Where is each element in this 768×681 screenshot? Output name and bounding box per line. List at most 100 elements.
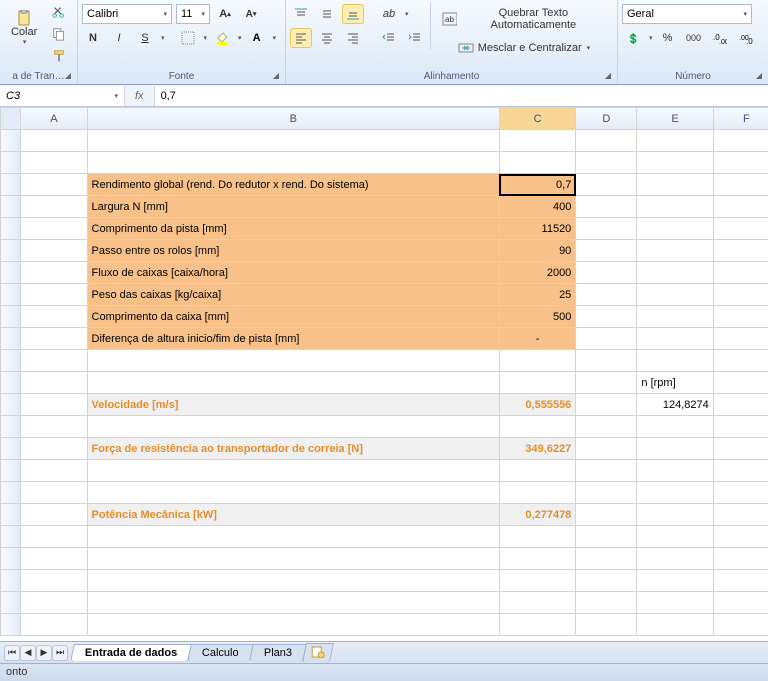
font-name-combo[interactable]: Calibri▾ xyxy=(82,4,172,24)
sheet-tab-plan3[interactable]: Plan3 xyxy=(249,644,307,661)
cell[interactable] xyxy=(576,592,637,614)
row-header[interactable] xyxy=(1,548,21,570)
cell[interactable] xyxy=(87,460,499,482)
row-header[interactable] xyxy=(1,482,21,504)
cell[interactable] xyxy=(576,438,637,460)
cell[interactable]: Comprimento da pista [mm] xyxy=(87,218,499,240)
cell[interactable] xyxy=(21,548,87,570)
cell[interactable] xyxy=(713,592,768,614)
cell[interactable] xyxy=(21,526,87,548)
cell[interactable] xyxy=(637,350,713,372)
cell[interactable] xyxy=(21,306,87,328)
row-header[interactable] xyxy=(1,262,21,284)
cell[interactable] xyxy=(499,592,575,614)
cell[interactable] xyxy=(576,284,637,306)
cell[interactable] xyxy=(21,570,87,592)
cell[interactable] xyxy=(21,460,87,482)
row-header[interactable] xyxy=(1,394,21,416)
cell[interactable] xyxy=(21,130,87,152)
cell[interactable]: Força de resistência ao transportador de… xyxy=(87,438,499,460)
name-box[interactable]: ▾ xyxy=(0,86,125,106)
spreadsheet-grid[interactable]: A B C D E F Rendimento global (rend. Do … xyxy=(0,107,768,641)
merge-center-button[interactable]: Mesclar e Centralizar ▾ xyxy=(435,38,613,58)
cell[interactable] xyxy=(637,262,713,284)
cell[interactable] xyxy=(713,438,768,460)
font-size-combo[interactable]: 11▾ xyxy=(176,4,210,24)
cell[interactable] xyxy=(499,152,575,174)
cell[interactable] xyxy=(87,548,499,570)
cell[interactable]: 0,277478 xyxy=(499,504,575,526)
cell[interactable] xyxy=(499,526,575,548)
sheet-tab-calculo[interactable]: Calculo xyxy=(187,644,253,661)
row-header[interactable] xyxy=(1,130,21,152)
row-header[interactable] xyxy=(1,526,21,548)
font-color-button[interactable]: A xyxy=(246,28,268,48)
cell[interactable] xyxy=(21,218,87,240)
row-header[interactable] xyxy=(1,240,21,262)
row-header[interactable] xyxy=(1,284,21,306)
cell[interactable] xyxy=(713,614,768,636)
cell[interactable] xyxy=(499,460,575,482)
cell[interactable]: 2000 xyxy=(499,262,575,284)
col-header-A[interactable]: A xyxy=(21,108,87,130)
cell[interactable] xyxy=(713,570,768,592)
name-box-input[interactable] xyxy=(6,90,76,102)
italic-button[interactable]: I xyxy=(108,28,130,48)
cell[interactable] xyxy=(576,460,637,482)
col-header-B[interactable]: B xyxy=(87,108,499,130)
cell[interactable]: 349,6227 xyxy=(499,438,575,460)
cell[interactable]: 400 xyxy=(499,196,575,218)
paste-button[interactable]: Colar ▾ xyxy=(4,2,44,54)
align-right-button[interactable] xyxy=(342,28,364,48)
cell[interactable] xyxy=(637,614,713,636)
cell[interactable] xyxy=(87,614,499,636)
cell[interactable] xyxy=(21,350,87,372)
tab-nav-first[interactable]: ⏮ xyxy=(4,645,20,661)
cell[interactable] xyxy=(87,152,499,174)
cell[interactable] xyxy=(637,548,713,570)
cell[interactable] xyxy=(21,482,87,504)
tab-nav-next[interactable]: ▶ xyxy=(36,645,52,661)
format-painter-button[interactable] xyxy=(48,46,70,66)
shrink-font-button[interactable]: A▾ xyxy=(240,4,262,24)
percent-format-button[interactable]: % xyxy=(657,28,679,48)
align-top-button[interactable] xyxy=(290,4,312,24)
cell[interactable] xyxy=(21,394,87,416)
cell[interactable]: Passo entre os rolos [mm] xyxy=(87,240,499,262)
cell[interactable] xyxy=(637,174,713,196)
row-header[interactable] xyxy=(1,196,21,218)
cell[interactable] xyxy=(576,614,637,636)
accounting-format-button[interactable]: 💲 xyxy=(622,28,644,48)
cell[interactable] xyxy=(87,350,499,372)
cell[interactable] xyxy=(637,240,713,262)
formula-input[interactable]: 0,7 xyxy=(154,86,768,106)
cell[interactable] xyxy=(576,328,637,350)
row-header[interactable] xyxy=(1,460,21,482)
row-header[interactable] xyxy=(1,592,21,614)
borders-button[interactable] xyxy=(177,28,199,48)
cell[interactable] xyxy=(637,130,713,152)
cell[interactable] xyxy=(87,592,499,614)
fill-color-button[interactable] xyxy=(211,28,233,48)
grow-font-button[interactable]: A▴ xyxy=(214,4,236,24)
cell[interactable]: - xyxy=(499,328,575,350)
cell[interactable] xyxy=(21,174,87,196)
cell[interactable] xyxy=(637,482,713,504)
cell[interactable] xyxy=(499,482,575,504)
cell[interactable] xyxy=(637,218,713,240)
cell[interactable] xyxy=(21,152,87,174)
cell[interactable] xyxy=(713,240,768,262)
copy-button[interactable] xyxy=(48,24,70,44)
cell[interactable] xyxy=(21,438,87,460)
cell[interactable] xyxy=(637,570,713,592)
cell[interactable]: 0,555556 xyxy=(499,394,575,416)
cell[interactable] xyxy=(713,130,768,152)
cell[interactable]: Diferença de altura inicio/fim de pista … xyxy=(87,328,499,350)
wrap-text-button[interactable]: ab Quebrar Texto Automaticamente xyxy=(435,4,613,34)
cell[interactable]: n [rpm] xyxy=(637,372,713,394)
cell[interactable] xyxy=(499,614,575,636)
row-header[interactable] xyxy=(1,614,21,636)
row-header[interactable] xyxy=(1,174,21,196)
cell[interactable] xyxy=(713,548,768,570)
decrease-indent-button[interactable] xyxy=(378,28,400,48)
